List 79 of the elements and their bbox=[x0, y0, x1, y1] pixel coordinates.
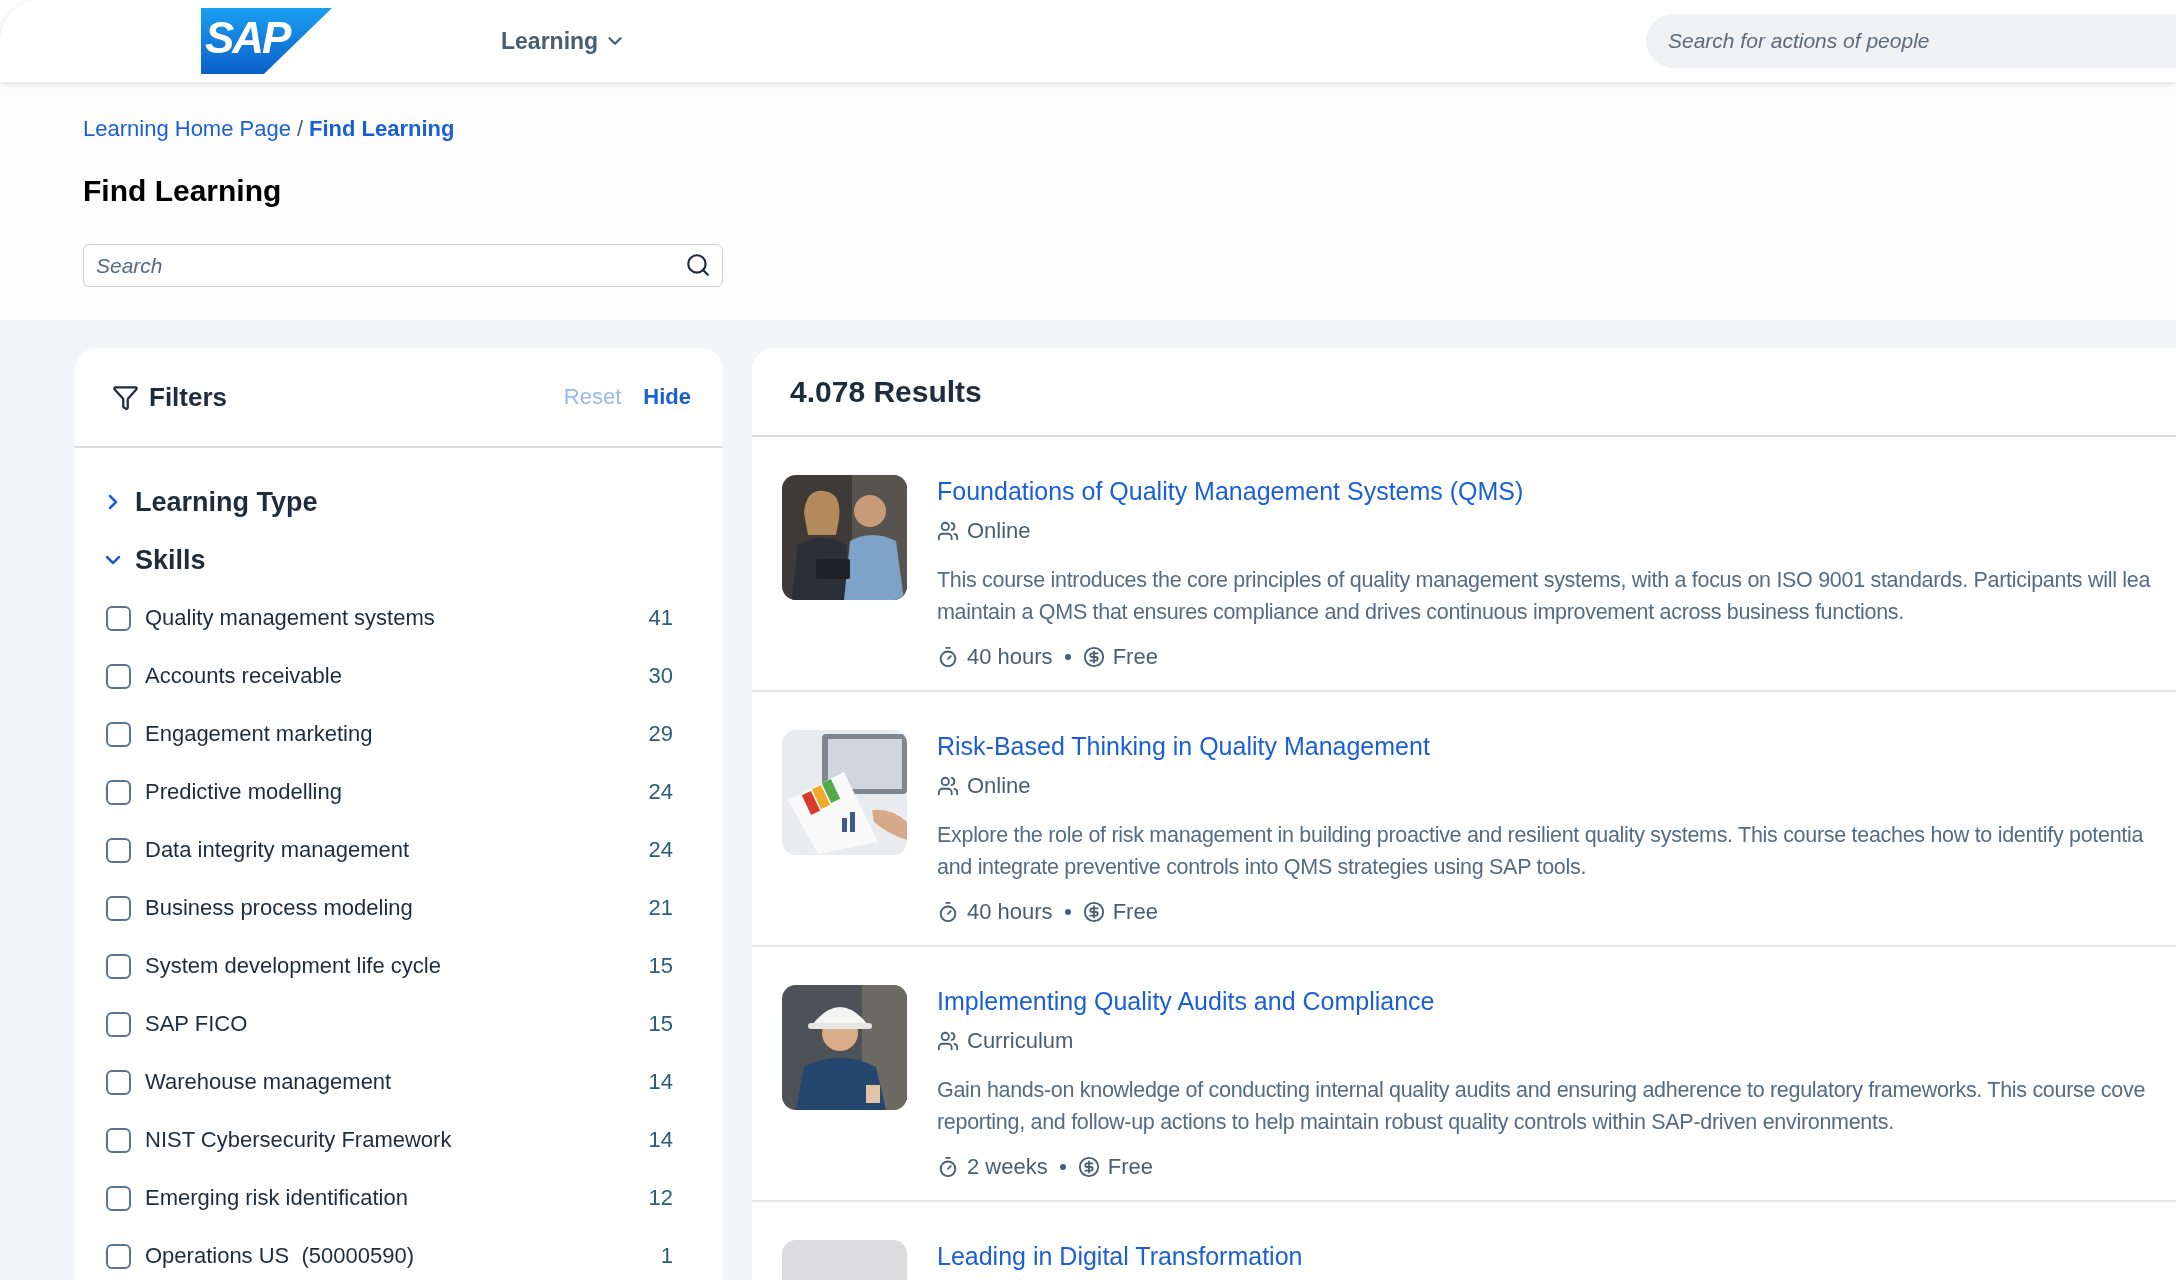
course-description: Explore the role of risk management in building proactive and resilient quality systems. This course teaches how to identify potentia and integrate preventive controls into QMS strategies using SAP tools. bbox=[937, 822, 2144, 881]
course-price: Free bbox=[1112, 899, 1158, 925]
option-count: 21 bbox=[648, 895, 673, 921]
filter-icon bbox=[112, 383, 139, 411]
option-count: 29 bbox=[648, 721, 673, 747]
results-count: 4.078 Results bbox=[790, 374, 982, 409]
option-count: 1 bbox=[660, 1243, 673, 1269]
timer-icon bbox=[937, 901, 959, 923]
checkbox[interactable] bbox=[106, 895, 131, 921]
option-label: Predictive modelling bbox=[145, 779, 342, 805]
option-count: 15 bbox=[648, 1011, 673, 1037]
filter-title: Filters bbox=[149, 381, 228, 413]
search-icon[interactable] bbox=[685, 252, 711, 278]
option-label: Emerging risk identification bbox=[145, 1185, 408, 1211]
filter-section-toggle[interactable]: Skills bbox=[75, 531, 206, 589]
breadcrumb-separator: / bbox=[296, 116, 304, 142]
checkbox[interactable] bbox=[106, 953, 131, 979]
checkbox[interactable] bbox=[106, 663, 131, 689]
option-count: 12 bbox=[648, 1185, 673, 1211]
course-title[interactable]: Foundations of Quality Management Systems (QMS) bbox=[937, 477, 2151, 506]
option-count: 14 bbox=[648, 1127, 673, 1153]
checkbox[interactable] bbox=[106, 1185, 131, 1211]
people-icon bbox=[937, 520, 959, 542]
dollar-icon bbox=[1082, 646, 1105, 668]
breadcrumb-link[interactable]: Find Learning bbox=[309, 116, 455, 142]
logo[interactable]: SAP bbox=[201, 8, 332, 74]
checkbox[interactable] bbox=[106, 1011, 131, 1037]
course-price: Free bbox=[1107, 1154, 1153, 1180]
dollar-icon bbox=[1082, 901, 1105, 923]
checkbox[interactable] bbox=[106, 1069, 131, 1095]
checkbox[interactable] bbox=[106, 837, 131, 863]
option-count: 14 bbox=[648, 1069, 673, 1095]
filter-section-toggle[interactable]: Learning Type bbox=[75, 473, 318, 531]
course-description: This course introduces the core principles of quality management systems, with a focus on ISO 9001 standards. Participants will lea maintain a QMS that ensures compliance and drives continuous improvement across business functions. bbox=[937, 567, 2151, 626]
option-label: Engagement marketing bbox=[145, 721, 373, 747]
separator-dot bbox=[1064, 909, 1071, 915]
course-type: Curriculum bbox=[967, 1028, 1074, 1054]
course-duration: 2 weeks bbox=[967, 1154, 1048, 1180]
dollar-icon bbox=[1077, 1156, 1100, 1178]
option-count: 24 bbox=[648, 837, 673, 863]
option-label: Data integrity management bbox=[145, 837, 410, 863]
course-description: Gain hands-on knowledge of conducting internal quality audits and ensuring adherence to regulatory frameworks. This course cove reporting, and follow-up actions to help maintain robust quality controls within SAP-driven environments. bbox=[937, 1077, 2146, 1136]
option-label: Quality management systems bbox=[145, 605, 435, 631]
timer-icon bbox=[937, 1156, 959, 1178]
nav-menu[interactable]: Learning bbox=[497, 23, 631, 59]
checkbox[interactable] bbox=[106, 721, 131, 747]
course-price: Free bbox=[1112, 644, 1158, 670]
timer-icon bbox=[937, 646, 959, 668]
option-label: Operations US (50000590) bbox=[145, 1243, 415, 1269]
option-label: Accounts receivable bbox=[145, 663, 342, 689]
hide-button[interactable]: Hide bbox=[637, 380, 697, 414]
option-label: System development life cycle bbox=[145, 953, 441, 979]
separator-dot bbox=[1059, 1164, 1066, 1170]
option-count: 15 bbox=[648, 953, 673, 979]
checkbox[interactable] bbox=[106, 1127, 131, 1153]
course-duration: 40 hours bbox=[967, 644, 1053, 670]
course-title[interactable]: Leading in Digital Transformation bbox=[937, 1242, 1303, 1271]
option-label: Warehouse management bbox=[145, 1069, 392, 1095]
option-label: NIST Cybersecurity Framework bbox=[145, 1127, 452, 1153]
checkbox[interactable] bbox=[106, 779, 131, 805]
page-title: Find Learning bbox=[83, 174, 283, 208]
separator-dot bbox=[1064, 654, 1071, 660]
option-count: 24 bbox=[648, 779, 673, 805]
course-duration: 40 hours bbox=[967, 899, 1053, 925]
breadcrumb-link[interactable]: Learning Home Page bbox=[83, 116, 291, 142]
people-icon bbox=[937, 775, 959, 797]
search-field[interactable]: Search bbox=[83, 244, 723, 287]
checkbox[interactable] bbox=[106, 1243, 131, 1269]
course-type: Online bbox=[967, 773, 1031, 799]
option-label: Business process modeling bbox=[145, 895, 413, 921]
option-label: SAP FICO bbox=[145, 1011, 248, 1037]
checkbox[interactable] bbox=[106, 605, 131, 631]
course-type: Online bbox=[967, 518, 1031, 544]
option-count: 41 bbox=[648, 605, 673, 631]
option-count: 30 bbox=[648, 663, 673, 689]
people-icon bbox=[937, 1030, 959, 1052]
course-title[interactable]: Risk-Based Thinking in Quality Management bbox=[937, 732, 2144, 761]
course-title[interactable]: Implementing Quality Audits and Compliance bbox=[937, 987, 2146, 1016]
search-field[interactable]: Search for actions of people bbox=[1646, 14, 2176, 68]
